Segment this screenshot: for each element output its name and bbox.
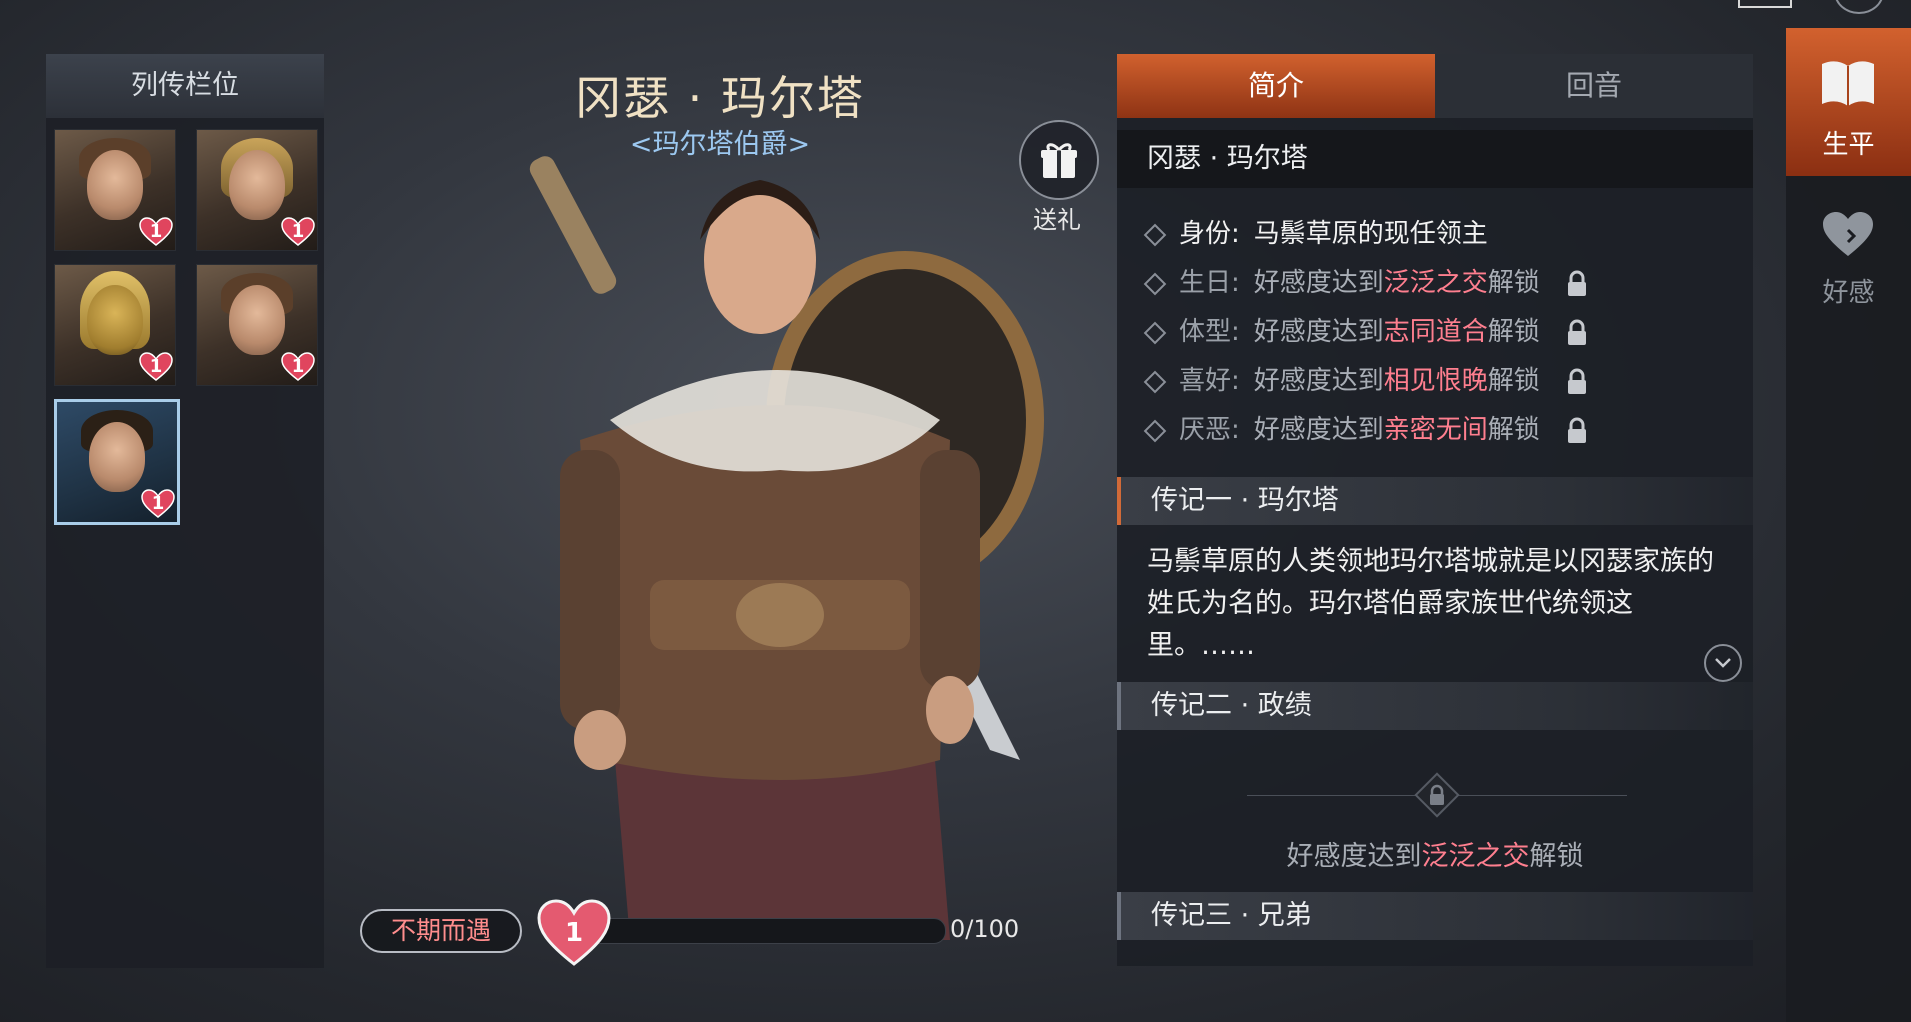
lock-icon <box>1568 368 1587 394</box>
section-biography-1[interactable]: 传记一 · 玛尔塔 <box>1117 477 1753 525</box>
side-tab-biography[interactable]: 生平 <box>1786 28 1911 176</box>
top-bar-indicator <box>1738 0 1792 8</box>
attr-likes: 喜好: 好感度达到相见恨晚解锁 <box>1143 361 1588 401</box>
heart-icon: 1 <box>139 217 173 247</box>
roster-panel: 列传栏位 1 1 1 1 1 <box>46 54 324 968</box>
roster-portrait-1[interactable]: 1 <box>54 129 176 251</box>
favor-heart-icon: 1 <box>536 898 612 968</box>
portrait-level: 1 <box>151 493 165 514</box>
lock-icon <box>1568 319 1587 345</box>
character-model <box>529 156 1044 940</box>
roster-title: 列传栏位 <box>46 54 324 118</box>
heart-icon: 1 <box>139 352 173 382</box>
tab-intro[interactable]: 简介 <box>1117 54 1435 118</box>
heart-icon: 1 <box>281 352 315 382</box>
favor-progress-bar <box>578 918 946 944</box>
character-name: 冈瑟 · 玛尔塔 <box>575 71 865 125</box>
gift-label: 送礼 <box>1033 206 1081 234</box>
favor-level: 1 <box>564 918 584 948</box>
lock-icon <box>1568 417 1587 443</box>
portrait-level: 1 <box>149 356 163 377</box>
section-biography-3[interactable]: 传记三 · 兄弟 <box>1117 892 1753 940</box>
info-panel: 简介 回音 冈瑟 · 玛尔塔 身份: 马鬃草原的现任领主 生日: 好感度达到泛泛之交… <box>1117 54 1753 966</box>
roster-portrait-5-selected[interactable]: 1 <box>54 399 180 525</box>
portrait-level: 1 <box>291 356 305 377</box>
relation-status-badge: 不期而遇 <box>360 909 522 953</box>
attr-birthday: 生日: 好感度达到泛泛之交解锁 <box>1143 263 1588 303</box>
info-name-bar: 冈瑟 · 玛尔塔 <box>1117 130 1753 188</box>
tab-echo[interactable]: 回音 <box>1435 54 1753 118</box>
section-2-locked-text: 好感度达到泛泛之交解锁 <box>1286 841 1584 872</box>
portrait-level: 1 <box>149 221 163 242</box>
favor-progress-text: 0/100 <box>950 915 1020 943</box>
biography-text: 马鬃草原的人类领地玛尔塔城就是以冈瑟家族的姓氏为名的。玛尔塔伯爵家族世代统领这里… <box>1147 546 1714 661</box>
attr-body: 体型: 好感度达到志同道合解锁 <box>1143 312 1588 352</box>
heart-icon: 1 <box>281 217 315 247</box>
lock-diamond-icon <box>1414 772 1460 818</box>
top-close-button[interactable] <box>1834 0 1884 14</box>
roster-portrait-4[interactable]: 1 <box>196 264 318 386</box>
lock-icon <box>1568 270 1587 296</box>
gift-icon <box>1041 143 1077 178</box>
attr-dislikes: 厌恶: 好感度达到亲密无间解锁 <box>1143 410 1588 450</box>
chevron-down-icon <box>1715 658 1731 668</box>
side-tab-biography-label: 生平 <box>1822 130 1875 160</box>
roster-portrait-2[interactable]: 1 <box>196 129 318 251</box>
portrait-level: 1 <box>291 221 305 242</box>
attr-identity: 身份: 马鬃草原的现任领主 <box>1143 214 1488 254</box>
heart-icon: 1 <box>141 489 175 519</box>
gift-button[interactable] <box>1019 120 1099 200</box>
section-biography-2[interactable]: 传记二 · 政绩 <box>1117 682 1753 730</box>
heart-icon <box>1823 212 1873 256</box>
side-tab-favor-label: 好感 <box>1822 278 1875 308</box>
side-tab-favor[interactable]: 好感 <box>1786 176 1911 324</box>
side-nav: 生平 好感 <box>1786 28 1911 1022</box>
expand-button[interactable] <box>1704 644 1742 682</box>
info-tabs: 简介 回音 <box>1117 54 1753 118</box>
book-icon <box>1822 61 1874 106</box>
roster-portrait-3[interactable]: 1 <box>54 264 176 386</box>
